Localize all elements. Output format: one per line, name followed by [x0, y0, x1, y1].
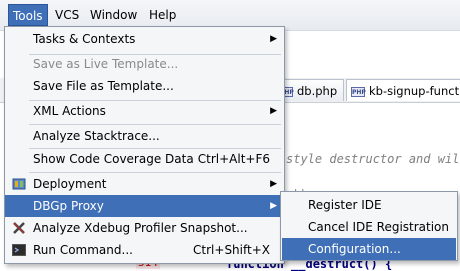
terminal-icon: [12, 244, 26, 256]
tools-menu: Tasks & Contexts ▶ Save as Live Template…: [4, 26, 285, 264]
submenu-arrow-icon: ▶: [270, 179, 277, 189]
tab-label: db.php: [297, 84, 338, 98]
tab-kb-signup-functions[interactable]: PHPkb-signup-functions: [346, 79, 460, 101]
menu-item-save-file-template[interactable]: Save File as Template...: [5, 75, 284, 97]
submenu-arrow-icon: ▶: [270, 34, 277, 44]
submenu-arrow-icon: ▶: [270, 106, 277, 116]
submenu-arrow-icon: ▶: [270, 201, 277, 211]
shortcut-label: Ctrl+Alt+F6: [197, 152, 270, 166]
php-file-icon: PHP: [351, 86, 366, 97]
menu-item-tasks-contexts[interactable]: Tasks & Contexts ▶: [5, 28, 284, 50]
menu-item-dbgp-proxy[interactable]: DBGp Proxy ▶: [5, 195, 284, 217]
menu-item-deployment[interactable]: Deployment ▶: [5, 173, 284, 195]
menu-item-xml-actions[interactable]: XML Actions ▶: [5, 100, 284, 122]
menu-window[interactable]: Window: [86, 4, 141, 26]
tab-label: kb-signup-functions: [369, 84, 460, 98]
menu-item-show-code-coverage[interactable]: Show Code Coverage Data Ctrl+Alt+F6: [5, 148, 284, 170]
submenu-item-cancel-ide-registration[interactable]: Cancel IDE Registration: [282, 216, 456, 238]
deployment-icon: [12, 178, 26, 190]
submenu-item-configuration[interactable]: Configuration...: [282, 238, 456, 260]
submenu-item-register-ide[interactable]: Register IDE: [282, 194, 456, 216]
menu-item-analyze-xdebug[interactable]: Analyze Xdebug Profiler Snapshot...: [5, 217, 284, 239]
menu-item-save-live-template: Save as Live Template...: [33, 57, 179, 71]
xdebug-icon: [13, 222, 25, 234]
code-comment: style destructor and will: [286, 152, 460, 166]
menu-item-analyze-stacktrace[interactable]: Analyze Stacktrace...: [5, 125, 284, 147]
menu-tools[interactable]: Tools: [8, 4, 48, 26]
shortcut-label: Ctrl+Shift+X: [193, 243, 270, 257]
dbgp-proxy-submenu: Register IDE Cancel IDE Registration Con…: [280, 191, 458, 261]
menu-item-run-command[interactable]: Run Command... Ctrl+Shift+X: [5, 239, 284, 261]
menu-help[interactable]: Help: [145, 4, 180, 26]
menu-vcs[interactable]: VCS: [51, 4, 83, 26]
